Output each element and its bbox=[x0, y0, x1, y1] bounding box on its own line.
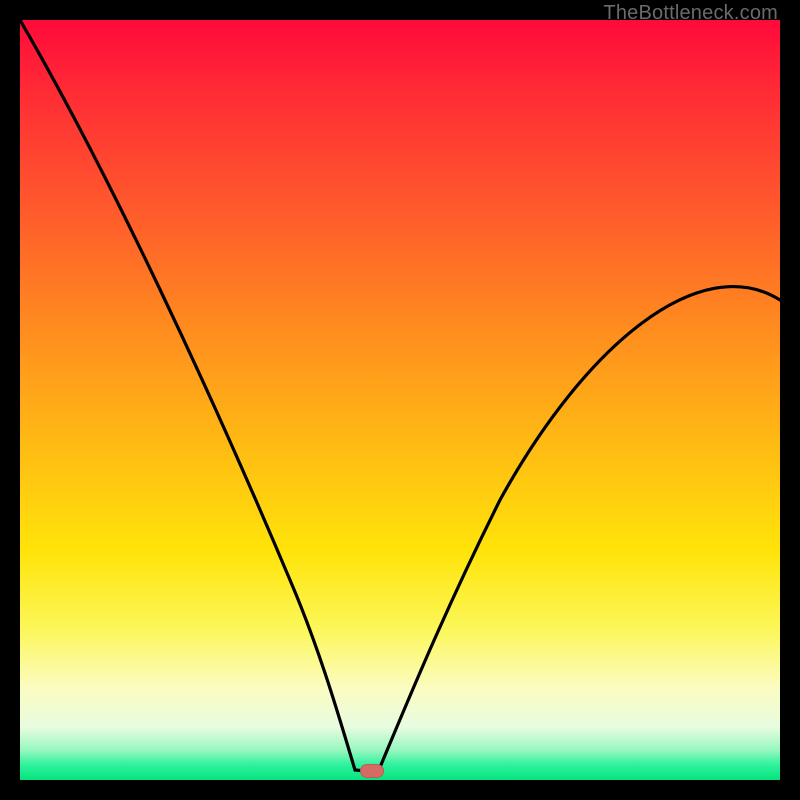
chart-frame: TheBottleneck.com bbox=[0, 0, 800, 800]
plot-area bbox=[20, 20, 780, 780]
bottleneck-curve bbox=[20, 20, 780, 780]
curve-path bbox=[20, 20, 780, 772]
min-marker bbox=[360, 764, 384, 778]
